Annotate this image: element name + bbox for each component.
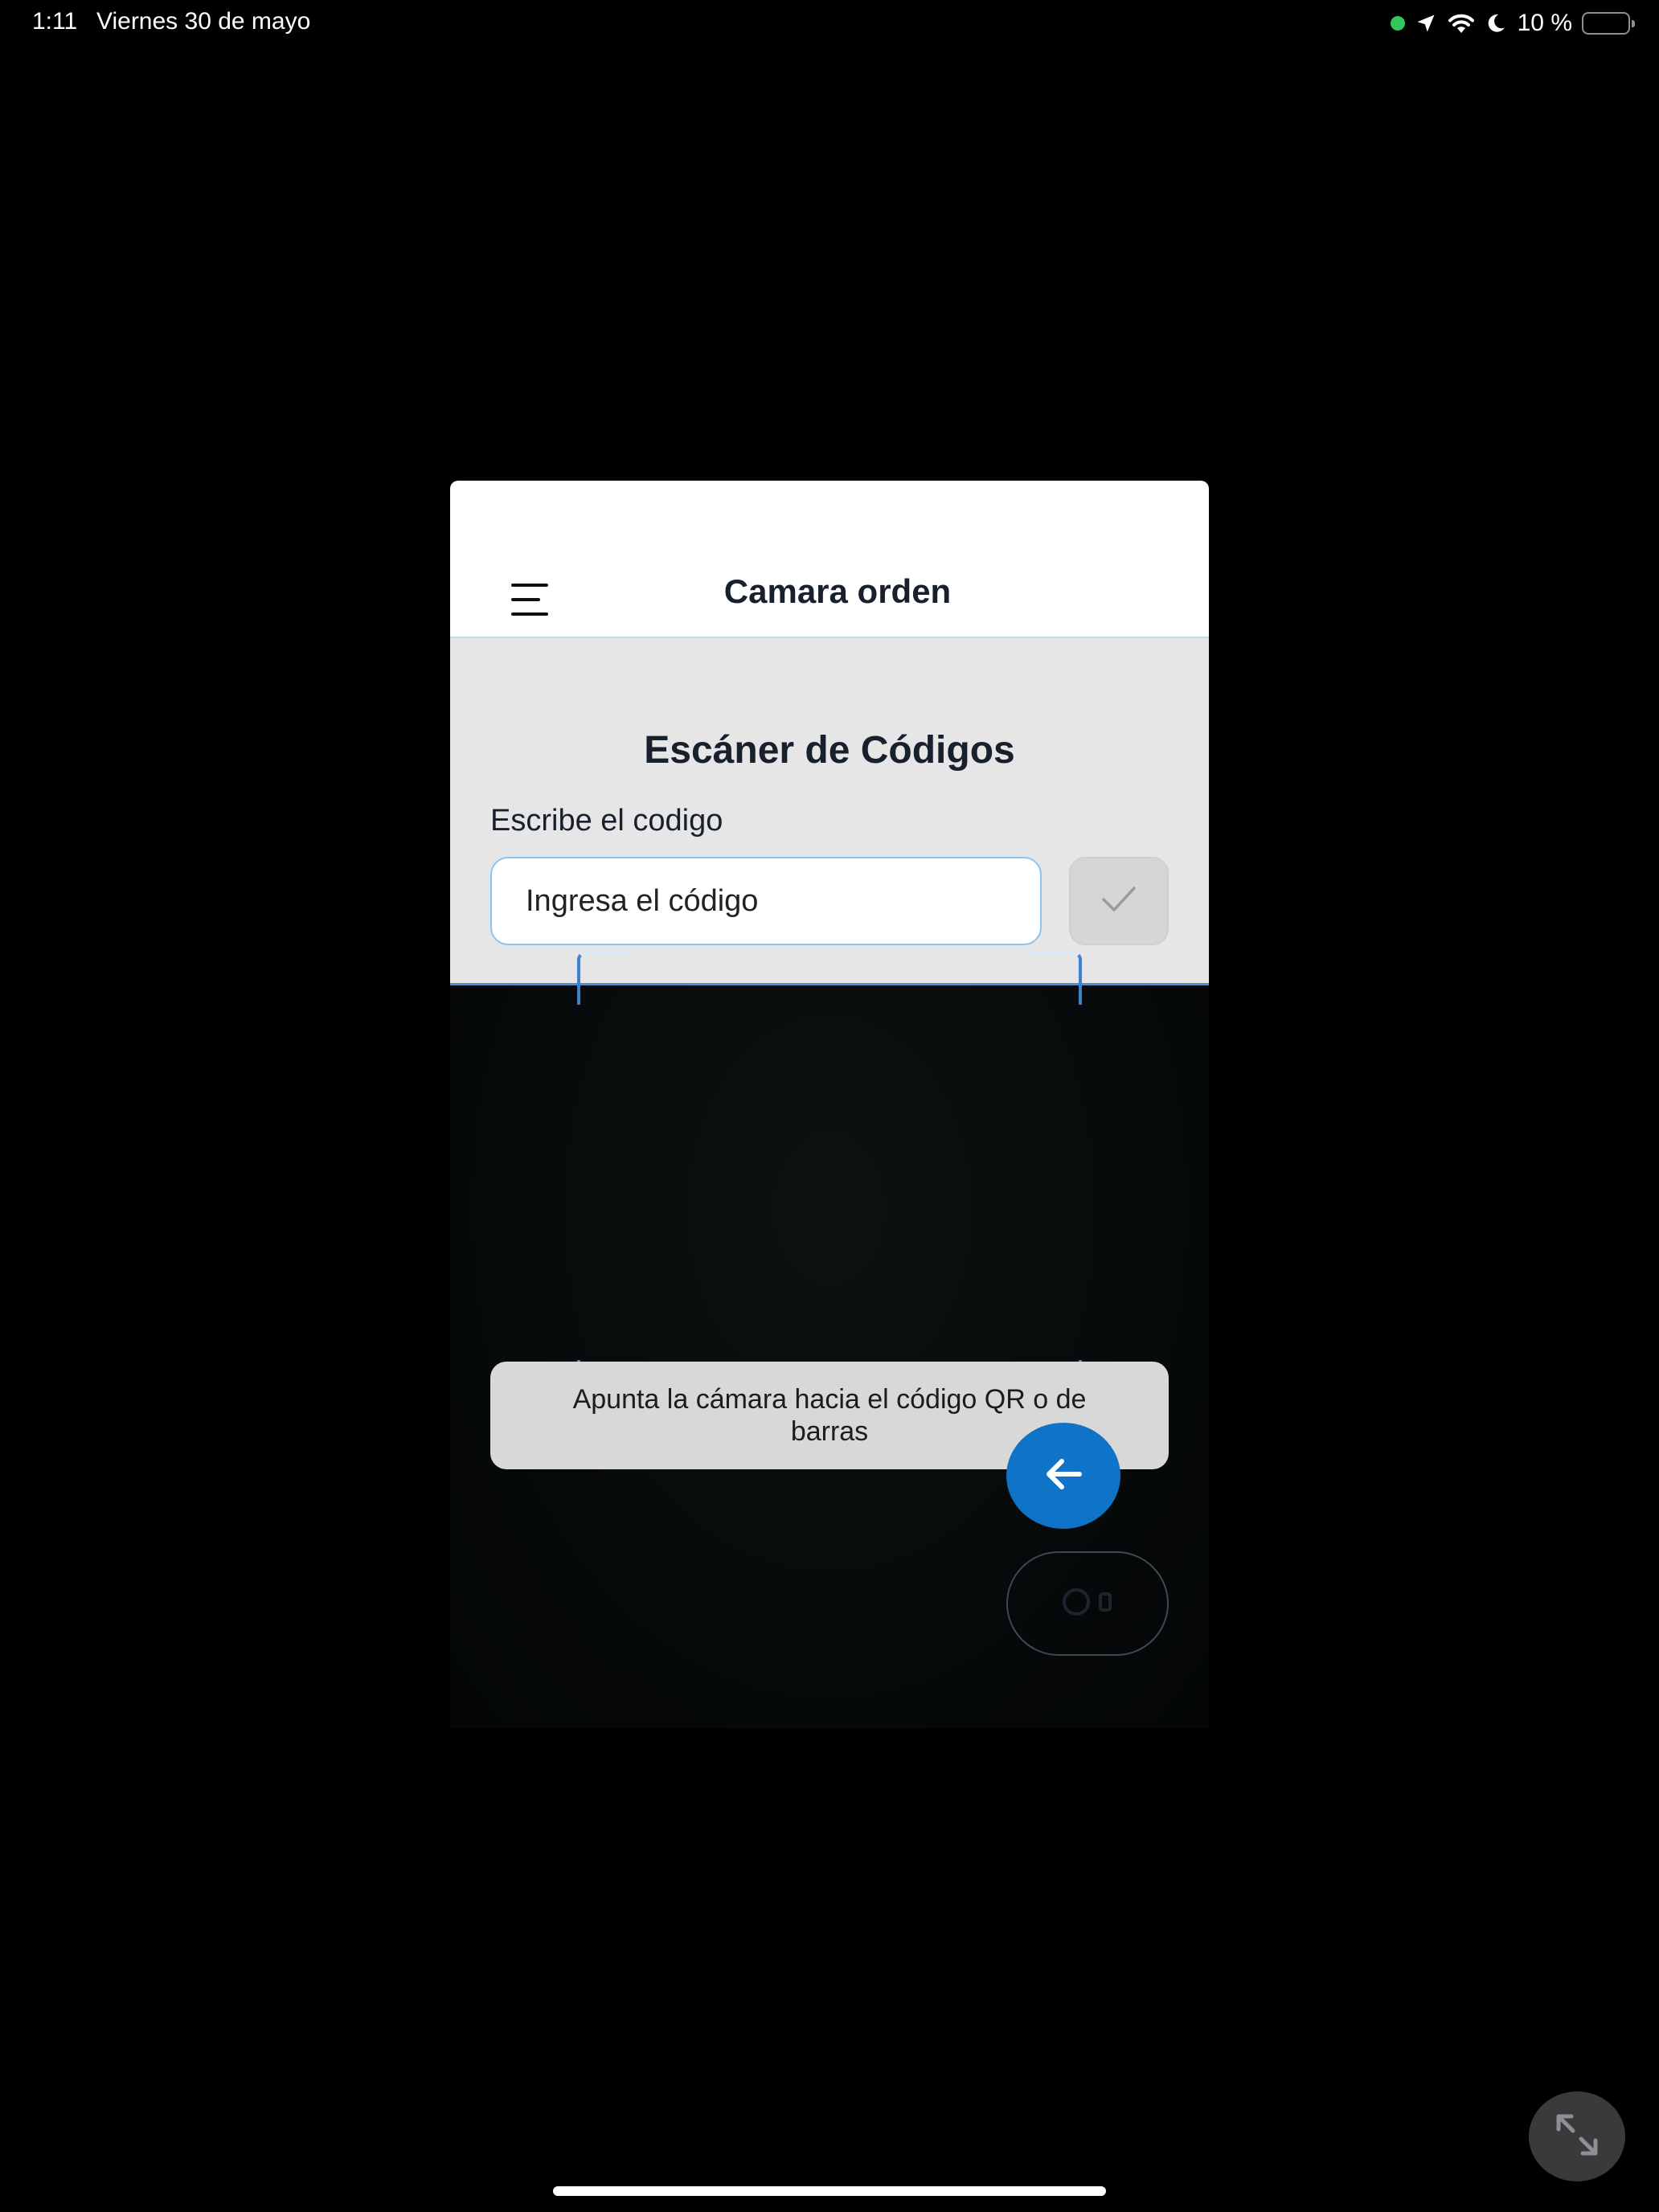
confirm-code-button[interactable]: [1069, 857, 1169, 945]
checkmark-icon: [1100, 883, 1137, 920]
app-header: Camara orden: [450, 481, 1209, 638]
flashlight-button[interactable]: [1006, 1551, 1169, 1656]
location-arrow-icon: [1415, 12, 1437, 35]
scan-frame-corner-top-left: [577, 952, 635, 1005]
expand-icon: [1552, 2110, 1602, 2164]
moon-icon: [1485, 12, 1506, 35]
status-date: Viernes 30 de mayo: [96, 8, 311, 35]
page-title: Camara orden: [723, 572, 952, 610]
battery-percent: 10 %: [1517, 10, 1572, 36]
home-indicator[interactable]: [553, 2186, 1106, 2196]
app-window: Camara orden Escáner de Códigos Escribe …: [450, 481, 1209, 1728]
flashlight-icon: [1055, 1582, 1120, 1626]
scan-frame-corner-top-right: [1024, 952, 1082, 1005]
back-button[interactable]: [1006, 1423, 1120, 1529]
status-icons: 10 %: [1390, 6, 1635, 40]
fullscreen-button[interactable]: [1529, 2091, 1625, 2181]
camera-in-use-dot: [1390, 16, 1405, 31]
status-time: 1:11: [32, 8, 78, 35]
scanner-panel: Escáner de Códigos Escribe el codigo: [450, 638, 1209, 985]
code-input[interactable]: [490, 857, 1042, 945]
wifi-icon: [1447, 12, 1476, 35]
scanner-title: Escáner de Códigos: [644, 729, 1015, 772]
battery-icon: [1582, 12, 1635, 35]
arrow-left-icon: [1043, 1456, 1084, 1496]
status-bar: 1:11 Viernes 30 de mayo 10 %: [0, 0, 1659, 48]
code-input-label: Escribe el codigo: [490, 804, 723, 838]
